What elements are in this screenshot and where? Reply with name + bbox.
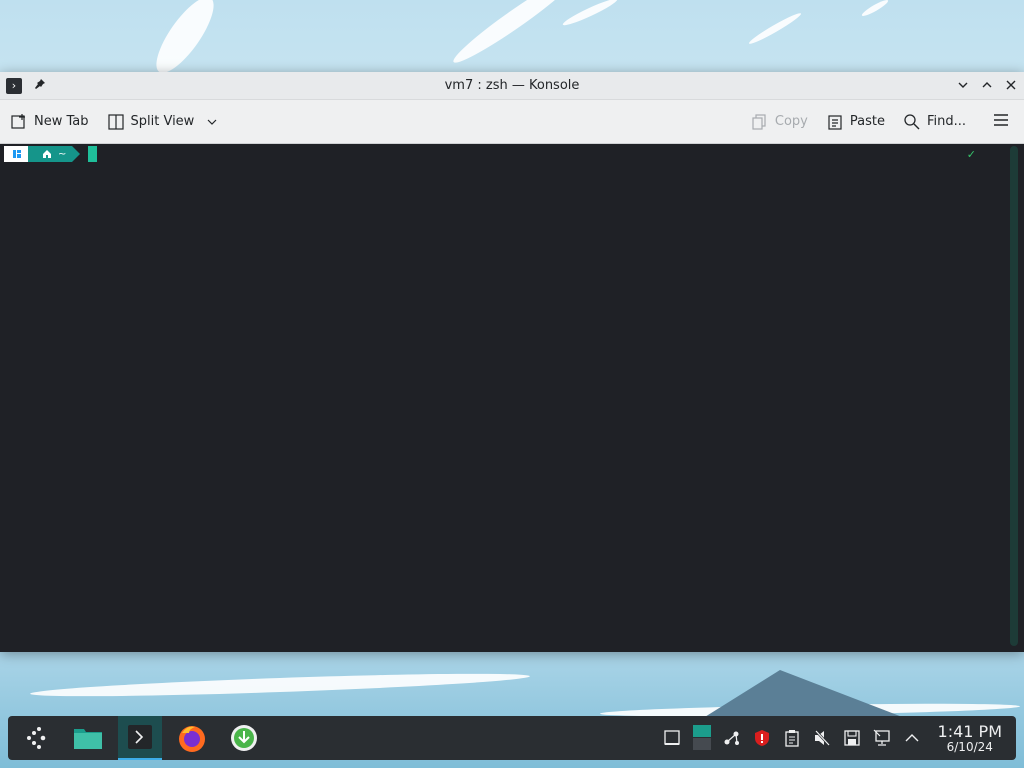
virtual-desktop-pager[interactable] xyxy=(692,725,712,750)
clipboard-tray[interactable] xyxy=(782,728,802,748)
terminal-scrollbar[interactable] xyxy=(1010,146,1018,646)
paste-button[interactable]: Paste xyxy=(826,113,885,131)
split-view-icon xyxy=(107,113,124,130)
taskbar-discover[interactable] xyxy=(222,716,266,760)
konsole-app-icon[interactable]: › xyxy=(6,77,22,94)
find-button[interactable]: Find... xyxy=(903,113,966,131)
wallpaper-streak xyxy=(146,0,224,81)
clock-time: 1:41 PM xyxy=(937,721,1002,741)
copy-button[interactable]: Copy xyxy=(751,113,808,131)
taskbar-panel: 1:41 PM 6/10/24 xyxy=(8,716,1016,760)
terminal-area[interactable]: ~ ✓ xyxy=(0,144,1024,650)
folder-icon xyxy=(74,729,102,749)
tray-expand-button[interactable] xyxy=(902,728,922,748)
network-tray[interactable] xyxy=(872,728,892,748)
download-icon xyxy=(231,725,257,751)
digital-clock[interactable]: 1:41 PM 6/10/24 xyxy=(937,721,1002,754)
search-icon xyxy=(904,113,920,129)
status-check: ✓ xyxy=(966,148,976,161)
wallpaper-streak xyxy=(448,0,582,70)
taskbar-konsole[interactable] xyxy=(118,716,162,760)
terminal-cursor xyxy=(88,146,98,162)
volume-tray[interactable] xyxy=(812,728,832,748)
hamburger-menu-icon xyxy=(994,113,1008,126)
hamburger-menu-button[interactable] xyxy=(992,111,1010,133)
new-tab-label: New Tab xyxy=(34,114,89,129)
firefox-icon xyxy=(179,726,205,752)
shield-alert-icon xyxy=(754,730,769,746)
app-launcher-icon xyxy=(27,727,46,749)
wallpaper-streak xyxy=(860,0,890,19)
disks-tray[interactable] xyxy=(842,728,862,748)
app-launcher-button[interactable] xyxy=(14,716,58,760)
new-tab-icon xyxy=(11,113,25,129)
shell-prompt: ~ xyxy=(4,146,98,162)
wallpaper-streak xyxy=(29,669,531,701)
wallpaper-streak xyxy=(561,0,619,29)
prompt-dir-segment: ~ xyxy=(28,146,81,162)
wallpaper-streak xyxy=(747,10,803,47)
pager-icon xyxy=(692,725,711,750)
window-title: vm7 : zsh — Konsole xyxy=(444,78,580,93)
prompt-dir: ~ xyxy=(58,148,67,160)
home-icon xyxy=(43,150,51,158)
wallpaper-mountain xyxy=(700,670,910,720)
split-view-label: Split View xyxy=(130,114,195,129)
close-button[interactable] xyxy=(1004,79,1018,93)
taskbar-firefox[interactable] xyxy=(170,716,214,760)
copy-label: Copy xyxy=(774,114,808,129)
clock-date: 6/10/24 xyxy=(946,739,993,754)
pin-icon[interactable] xyxy=(34,78,46,93)
minimize-button[interactable] xyxy=(956,79,970,93)
new-tab-button[interactable]: New Tab xyxy=(10,113,89,131)
konsole-icon xyxy=(128,725,152,749)
maximize-button[interactable] xyxy=(980,79,994,93)
title-bar[interactable]: › vm7 : zsh — Konsole xyxy=(0,72,1024,100)
save-disk-icon xyxy=(843,730,860,746)
konsole-window: › vm7 : zsh — Konsole New Tab Split View xyxy=(0,72,1024,652)
show-desktop-icon xyxy=(663,730,680,745)
kde-connect-tray[interactable] xyxy=(722,728,742,748)
prompt-os-segment xyxy=(4,146,36,162)
taskbar-files[interactable] xyxy=(66,716,110,760)
chevron-down-icon[interactable] xyxy=(206,116,218,128)
main-toolbar: New Tab Split View Copy Paste Find... xyxy=(0,100,1024,144)
find-label: Find... xyxy=(926,114,966,129)
network-share-icon xyxy=(724,731,739,745)
distro-icon xyxy=(13,150,21,158)
chevron-up-icon xyxy=(905,734,919,742)
paste-icon xyxy=(828,114,842,130)
paste-label: Paste xyxy=(849,114,885,129)
updates-tray[interactable] xyxy=(752,728,772,748)
clipboard-icon xyxy=(784,730,799,747)
wired-network-icon xyxy=(873,729,890,746)
show-desktop-button[interactable] xyxy=(662,728,682,748)
split-view-button[interactable]: Split View xyxy=(107,113,219,131)
volume-muted-icon xyxy=(814,730,830,746)
system-tray: 1:41 PM 6/10/24 xyxy=(662,721,1010,754)
copy-icon xyxy=(752,113,766,130)
